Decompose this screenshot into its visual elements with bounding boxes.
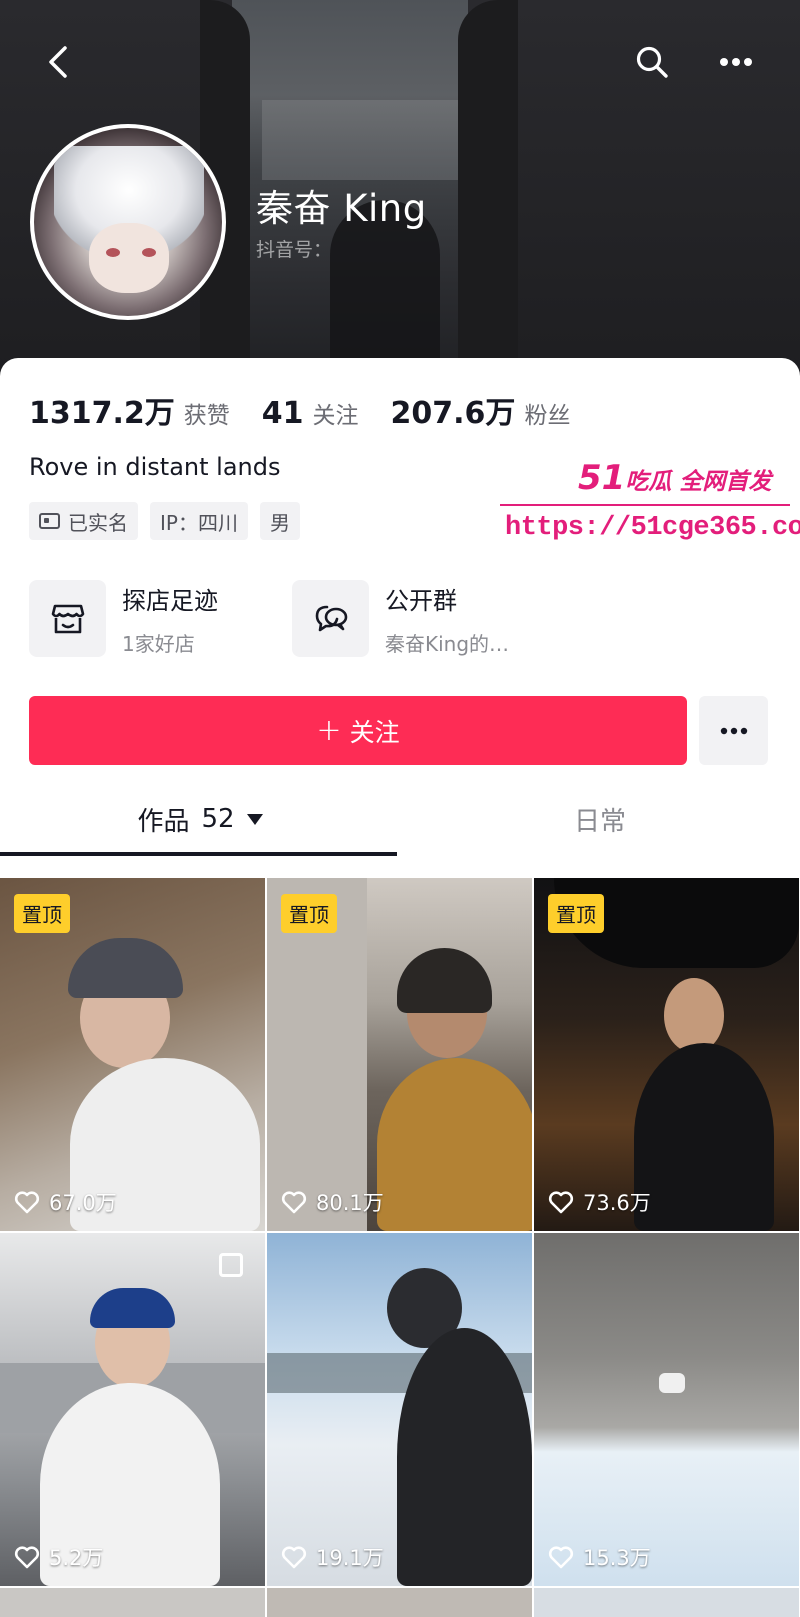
heart-icon [281, 1190, 307, 1213]
pinned-badge: 置顶 [14, 894, 70, 933]
heart-icon [14, 1545, 40, 1568]
id-card-icon [39, 513, 60, 529]
watermark-line [500, 504, 790, 506]
banner-arch-right [458, 0, 518, 380]
more-horizontal-icon [720, 58, 752, 66]
store-icon [51, 604, 84, 633]
tag-gender: 男 [259, 502, 300, 540]
douyin-id: 抖音号： [256, 239, 333, 261]
group-chat-icon [315, 605, 347, 631]
like-count: 19.1万 [281, 1542, 384, 1572]
video-thumbnail[interactable]: 置顶 73.6万 [534, 878, 799, 1231]
like-count: 80.1万 [281, 1187, 384, 1217]
stat-label: 粉丝 [524, 403, 571, 429]
tab-label: 日常 [573, 806, 626, 837]
video-thumbnail[interactable] [0, 1588, 265, 1617]
avatar-eye [106, 248, 120, 257]
watermark-url: https://51cge365.com [505, 513, 800, 543]
tab-works[interactable]: 作品 52 [0, 788, 400, 850]
like-count: 67.0万 [14, 1187, 117, 1217]
more-actions-button[interactable] [699, 696, 768, 765]
search-button[interactable] [630, 40, 674, 84]
tag-label: 男 [269, 510, 290, 535]
more-button[interactable] [714, 40, 758, 84]
tab-indicator [0, 852, 397, 856]
video-thumbnail[interactable]: 置顶 80.1万 [267, 878, 532, 1231]
stat-likes[interactable]: 1317.2万 获赞 [29, 388, 230, 432]
heart-icon [548, 1545, 574, 1568]
banner-building [262, 100, 468, 180]
feature-public-group[interactable]: 公开群 秦奋King的… [292, 580, 555, 657]
content-tabs: 作品 52 日常 [0, 788, 800, 856]
feature-title: 探店足迹 [122, 586, 218, 615]
avatar-face [89, 223, 169, 293]
profile-bio: Rove in distant lands [29, 453, 281, 481]
profile-tags: 已实名 IP：四川 男 [29, 502, 312, 540]
feature-icon-box [29, 580, 106, 657]
video-thumbnail[interactable]: 置顶 67.0万 [0, 878, 265, 1231]
feature-icon-box [292, 580, 369, 657]
stat-value: 1317.2万 [29, 396, 175, 431]
video-thumbnail[interactable] [534, 1588, 799, 1617]
tag-label: 已实名 [68, 510, 128, 535]
follow-label: 关注 [349, 717, 400, 747]
stat-value: 207.6万 [390, 396, 516, 431]
multi-image-icon [219, 1253, 243, 1277]
stat-followers[interactable]: 207.6万 粉丝 [391, 388, 571, 432]
thumbnail-figure [397, 1328, 532, 1586]
thumbnail-beanie [397, 948, 492, 1013]
tag-label: IP：四川 [160, 510, 238, 535]
watermark: 51吃瓜 全网首发 https://51cge365.com [500, 458, 800, 558]
caret-down-icon [246, 813, 263, 825]
video-thumbnail[interactable] [267, 1588, 532, 1617]
heart-icon [548, 1190, 574, 1213]
heart-icon [14, 1190, 40, 1213]
video-thumbnail[interactable]: 5.2万 [0, 1233, 265, 1586]
avatar-eye [142, 248, 156, 257]
more-horizontal-icon [720, 727, 747, 734]
profile-name: 秦奋 King [256, 187, 427, 230]
video-thumbnail[interactable]: 19.1万 [267, 1233, 532, 1586]
back-button[interactable] [36, 40, 80, 84]
heart-icon [281, 1545, 307, 1568]
follow-button[interactable]: + 关注 [29, 696, 687, 765]
pinned-badge: 置顶 [548, 894, 604, 933]
pinned-badge: 置顶 [281, 894, 337, 933]
stats-row: 1317.2万 获赞 41 关注 207.6万 粉丝 [29, 388, 602, 432]
tab-daily[interactable]: 日常 [400, 788, 800, 850]
plus-icon: + [316, 713, 342, 748]
stat-label: 获赞 [183, 403, 230, 429]
thumbnail-figure [634, 1043, 774, 1231]
feature-title: 公开群 [385, 586, 457, 615]
stat-following[interactable]: 41 关注 [262, 396, 359, 431]
chevron-left-icon [49, 46, 67, 78]
like-count: 73.6万 [548, 1187, 651, 1217]
like-count: 5.2万 [14, 1542, 103, 1572]
thumbnail-figure [377, 1058, 532, 1231]
thumbnail-cap [68, 938, 183, 998]
video-thumbnail[interactable]: 15.3万 [534, 1233, 799, 1586]
tab-count: 52 [201, 804, 235, 834]
watermark-brand: 51吃瓜 全网首发 [578, 458, 772, 498]
search-icon [636, 46, 668, 78]
feature-row: 探店足迹 1家好店 公开群 秦奋King的… [29, 580, 555, 657]
feature-subtitle: 秦奋King的… [385, 631, 510, 656]
like-count: 15.3万 [548, 1542, 651, 1572]
thumbnail-bandana [90, 1288, 175, 1328]
tab-label: 作品 [137, 806, 190, 837]
stat-value: 41 [261, 396, 304, 431]
avatar[interactable] [30, 124, 226, 320]
stat-label: 关注 [312, 403, 359, 429]
tag-verified: 已实名 [29, 502, 138, 540]
feature-subtitle: 1家好店 [122, 631, 195, 656]
thumbnail-figure [664, 978, 724, 1053]
thumbnail-skier [659, 1373, 685, 1393]
tag-ip: IP：四川 [150, 502, 248, 540]
feature-store-visits[interactable]: 探店足迹 1家好店 [29, 580, 292, 657]
